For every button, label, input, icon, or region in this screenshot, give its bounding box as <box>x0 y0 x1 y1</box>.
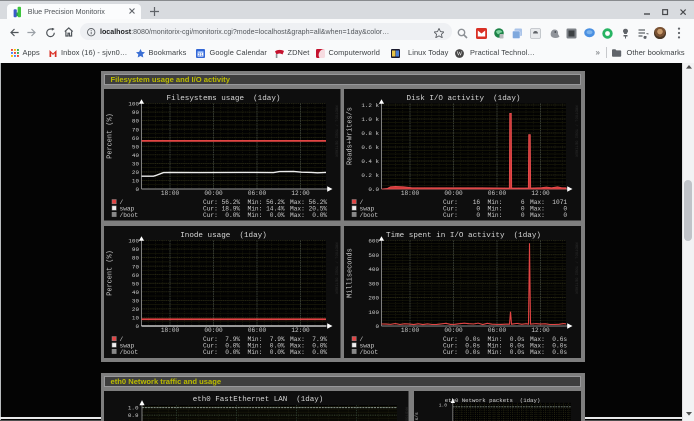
svg-text:70: 70 <box>132 263 140 270</box>
svg-text:06:00: 06:00 <box>248 190 267 197</box>
svg-text:0.4 k: 0.4 k <box>361 158 379 165</box>
svg-text:Inode usage (1day): Inode usage (1day) <box>180 231 267 239</box>
svg-text:Max: 0.0%: Max: 0.0% <box>290 348 327 355</box>
svg-text:Min: 0.0%: Min: 0.0% <box>248 212 285 219</box>
svg-text:500: 500 <box>368 251 379 258</box>
svg-text:90: 90 <box>132 246 140 253</box>
svg-text:90: 90 <box>132 109 140 116</box>
svg-text:70: 70 <box>132 126 140 133</box>
svg-text:10: 10 <box>132 314 140 321</box>
svg-text:18:00: 18:00 <box>400 190 419 197</box>
svg-text:Min: 0: Min: 0 <box>487 212 524 219</box>
svg-text:Min: 0.0s: Min: 0.0s <box>487 348 524 355</box>
svg-text:00:00: 00:00 <box>444 190 463 197</box>
svg-text:50: 50 <box>132 143 140 150</box>
svg-text:1.0: 1.0 <box>438 403 447 409</box>
svg-text:40: 40 <box>132 288 140 295</box>
svg-text:12:00: 12:00 <box>531 327 550 334</box>
svg-text:80: 80 <box>132 118 140 125</box>
svg-text:0.9: 0.9 <box>128 413 139 420</box>
svg-text:Disk I/O activity (1day): Disk I/O activity (1day) <box>406 95 520 103</box>
svg-text:RRDTOOL / TOBI OETIKER: RRDTOOL / TOBI OETIKER <box>573 242 578 294</box>
svg-text:Cur: 0.0%: Cur: 0.0% <box>203 348 240 355</box>
svg-text:20: 20 <box>132 306 140 313</box>
svg-text:20: 20 <box>132 169 140 176</box>
svg-text:100: 100 <box>368 308 379 315</box>
svg-text:Cur: 0.0s: Cur: 0.0s <box>443 348 480 355</box>
svg-text:RRDTOOL / TOBI OETIKER: RRDTOOL / TOBI OETIKER <box>334 242 339 294</box>
svg-text:Max: 0: Max: 0 <box>530 212 567 219</box>
svg-text:1.2 k: 1.2 k <box>361 102 379 109</box>
svg-text:/boot: /boot <box>359 212 378 219</box>
svg-text:00:00: 00:00 <box>204 327 223 334</box>
svg-text:0.0: 0.0 <box>368 186 379 193</box>
svg-text:Filesystems usage (1day): Filesystems usage (1day) <box>167 95 281 103</box>
svg-text:/boot: /boot <box>120 348 139 355</box>
svg-text:1.0 k: 1.0 k <box>361 116 379 123</box>
svg-text:200: 200 <box>368 294 379 301</box>
svg-text:12:00: 12:00 <box>291 190 310 197</box>
svg-text:60: 60 <box>132 271 140 278</box>
svg-text:0.8 k: 0.8 k <box>361 130 379 137</box>
svg-text:0: 0 <box>375 323 379 330</box>
svg-text:12:00: 12:00 <box>531 190 550 197</box>
svg-text:18:00: 18:00 <box>400 327 419 334</box>
svg-text:Time spent in I/O activity (1: Time spent in I/O activity (1day) <box>386 231 541 239</box>
svg-text:Reads+Writes/s: Reads+Writes/s <box>346 107 354 165</box>
svg-text:600: 600 <box>368 237 379 244</box>
svg-text:100: 100 <box>128 237 139 244</box>
svg-text:W: W <box>456 51 462 57</box>
svg-text:Milliseconds: Milliseconds <box>346 248 354 298</box>
svg-text:00:00: 00:00 <box>204 190 223 197</box>
svg-text:/boot: /boot <box>359 348 378 355</box>
svg-text:80: 80 <box>132 254 140 261</box>
svg-text:10: 10 <box>132 178 140 185</box>
svg-text:30: 30 <box>132 297 140 304</box>
svg-text:Packets/s: Packets/s <box>414 412 420 421</box>
svg-text:0: 0 <box>135 323 139 330</box>
svg-text:0.6 k: 0.6 k <box>361 144 379 151</box>
svg-text:06:00: 06:00 <box>487 327 506 334</box>
svg-text:Max: 0.0%: Max: 0.0% <box>290 212 327 219</box>
svg-text:Cur: 0.0%: Cur: 0.0% <box>203 212 240 219</box>
svg-text:18:00: 18:00 <box>161 327 180 334</box>
svg-text:Cur: 0: Cur: 0 <box>443 212 480 219</box>
svg-text:Percent (%): Percent (%) <box>106 113 114 159</box>
svg-text:1.0: 1.0 <box>128 405 139 412</box>
svg-text:RRDTOOL / TOBI OETIKER: RRDTOOL / TOBI OETIKER <box>334 106 339 158</box>
svg-text:eth0 FastEthernet LAN (1day): eth0 FastEthernet LAN (1day) <box>193 397 324 405</box>
svg-text:Percent (%): Percent (%) <box>106 250 114 296</box>
svg-text:12:00: 12:00 <box>291 327 310 334</box>
svg-text:18:00: 18:00 <box>161 190 180 197</box>
svg-text:40: 40 <box>132 152 140 159</box>
svg-text:06:00: 06:00 <box>248 327 267 334</box>
svg-text:400: 400 <box>368 266 379 273</box>
svg-text:Min: 0.0%: Min: 0.0% <box>248 348 285 355</box>
svg-text:RRDTOOL / TOBI OETIKER: RRDTOOL / TOBI OETIKER <box>404 407 409 421</box>
svg-text:60: 60 <box>132 135 140 142</box>
svg-text:/boot: /boot <box>120 212 139 219</box>
svg-text:0.2 k: 0.2 k <box>361 172 379 179</box>
svg-text:50: 50 <box>132 280 140 287</box>
svg-text:eth0 Network packets (1day): eth0 Network packets (1day) <box>444 398 540 405</box>
svg-text:Max: 0.0s: Max: 0.0s <box>530 348 567 355</box>
svg-text:30: 30 <box>132 160 140 167</box>
svg-text:RRDTOOL / TOBI OETIKER: RRDTOOL / TOBI OETIKER <box>573 106 578 158</box>
svg-text:06:00: 06:00 <box>487 190 506 197</box>
svg-text:0: 0 <box>135 186 139 193</box>
svg-text:00:00: 00:00 <box>444 327 463 334</box>
svg-text:100: 100 <box>128 101 139 108</box>
svg-text:300: 300 <box>368 280 379 287</box>
svg-text:31: 31 <box>198 52 203 57</box>
